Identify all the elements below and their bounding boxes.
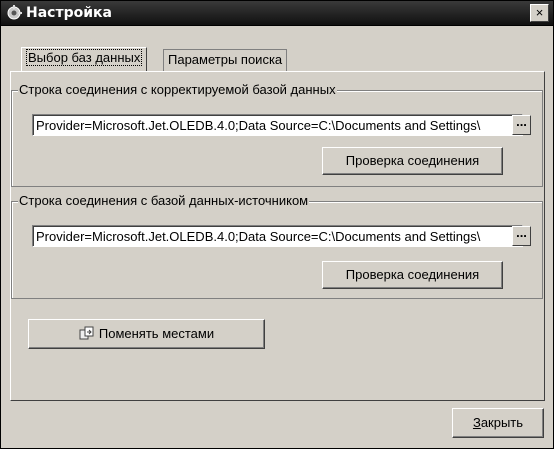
source-connection-field[interactable]: Provider=Microsoft.Jet.OLEDB.4.0;Data So…: [32, 225, 523, 247]
target-check-connection-button[interactable]: Проверка соединения: [322, 147, 503, 175]
close-button-label: акрыть: [480, 415, 524, 430]
target-connection-group: Строка соединения с корректируемой базой…: [11, 82, 543, 187]
title-bar[interactable]: Настройка ×: [1, 1, 553, 26]
window-title: Настройка: [26, 5, 112, 21]
settings-window: Настройка × Выбор баз данных Параметры п…: [0, 0, 554, 449]
swap-button-label: Поменять местами: [98, 326, 215, 341]
group-legend: Строка соединения с базой данных-источни…: [18, 193, 310, 208]
close-hotkey: З: [472, 415, 481, 430]
source-browse-button[interactable]: ...: [512, 226, 531, 246]
tab-label: Выбор баз данных: [26, 49, 143, 66]
target-connection-field[interactable]: Provider=Microsoft.Jet.OLEDB.4.0;Data So…: [32, 114, 523, 136]
app-icon: [6, 5, 22, 21]
swap-button[interactable]: Поменять местами: [28, 319, 265, 349]
swap-icon: [79, 322, 95, 340]
tab-database-selection[interactable]: Выбор баз данных: [21, 47, 148, 71]
source-check-connection-button[interactable]: Проверка соединения: [322, 261, 503, 289]
tab-label: Параметры поиска: [168, 52, 283, 67]
close-button[interactable]: Закрыть: [452, 408, 544, 438]
tab-search-parameters[interactable]: Параметры поиска: [163, 49, 288, 71]
close-icon[interactable]: ×: [530, 4, 549, 22]
target-browse-button[interactable]: ...: [512, 115, 531, 135]
source-connection-group: Строка соединения с базой данных-источни…: [11, 193, 543, 299]
group-legend: Строка соединения с корректируемой базой…: [18, 82, 337, 97]
